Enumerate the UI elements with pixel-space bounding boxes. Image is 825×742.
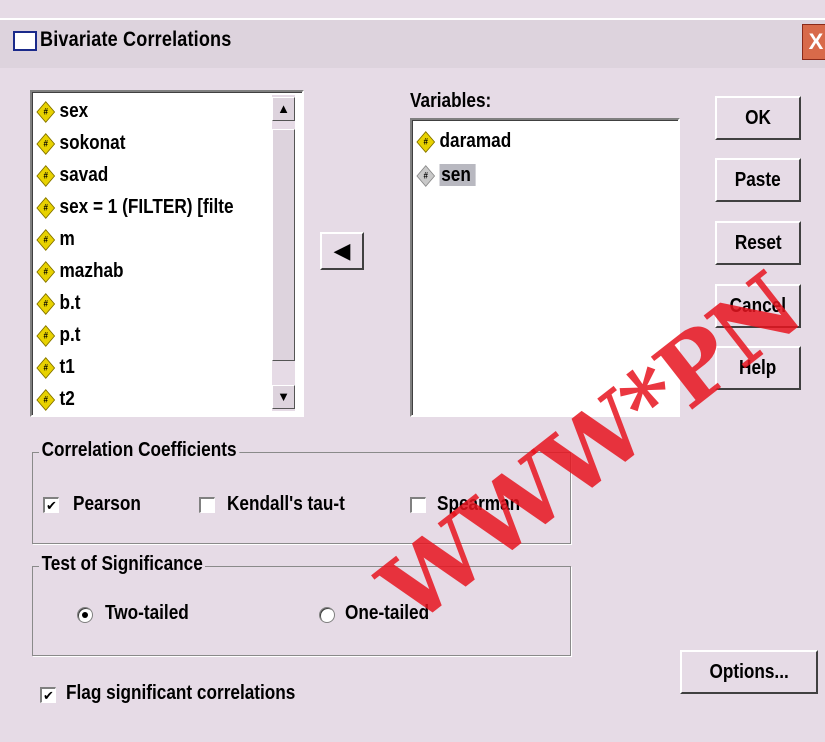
list-item[interactable]: # b.t [36,288,81,318]
list-item[interactable]: # sex [36,96,88,126]
paste-button[interactable]: Paste [715,158,801,202]
test-of-significance-title: Test of Significance [39,553,206,576]
two-tailed-radio[interactable] [77,607,93,623]
scale-variable-icon: # [36,324,56,347]
arrow-left-icon: ◀ [333,238,351,263]
kendall-label[interactable]: Kendall's tau-t [227,493,345,516]
help-button[interactable]: Help [715,346,801,390]
window-title: Bivariate Correlations [40,28,232,51]
list-item[interactable]: # daramad [416,126,511,156]
one-tailed-label[interactable]: One-tailed [345,602,429,625]
source-list-scrollbar[interactable]: ▲ ▼ [272,95,295,411]
one-tailed-radio[interactable] [319,607,335,623]
list-item[interactable]: # p.t [36,320,81,350]
scale-variable-icon: # [36,292,56,315]
list-item-selected[interactable]: # sen [416,160,477,190]
scale-variable-icon: # [36,196,56,219]
window-icon [13,31,37,51]
scale-variable-icon: # [36,260,56,283]
title-bar: Bivariate Correlations X [0,18,825,68]
scroll-up-button[interactable]: ▲ [272,97,295,121]
list-item[interactable]: # t1 [36,352,75,382]
move-variable-button[interactable]: ◀ [320,232,364,270]
correlation-coefficients-title: Correlation Coefficients [39,439,240,462]
scroll-thumb[interactable] [272,129,295,361]
scale-variable-icon: # [36,228,56,251]
pearson-label[interactable]: Pearson [73,493,141,516]
scale-variable-icon: # [36,100,56,123]
list-item[interactable]: # savad [36,160,108,190]
close-button[interactable]: X [802,24,825,60]
variables-label: Variables: [410,90,492,112]
variables-list[interactable]: # daramad # sen [410,118,680,417]
scale-variable-icon: # [36,388,56,411]
pearson-checkbox[interactable]: ✔ [43,497,59,513]
ok-button[interactable]: OK [715,96,801,140]
reset-button[interactable]: Reset [715,221,801,265]
cancel-button[interactable]: Cancel [715,284,801,328]
scale-variable-icon: # [36,164,56,187]
scroll-down-button[interactable]: ▼ [272,385,295,409]
options-button[interactable]: Options... [680,650,818,694]
list-item[interactable]: # t2 [36,384,75,414]
list-item[interactable]: # m [36,224,75,254]
list-item[interactable]: # mazhab [36,256,124,286]
flag-significant-label[interactable]: Flag significant correlations [66,682,295,705]
source-variable-list[interactable]: # sex # sokonat # savad # sex = 1 (FILTER) [… [30,90,304,417]
two-tailed-label[interactable]: Two-tailed [105,602,189,625]
scale-variable-icon: # [36,356,56,379]
flag-significant-checkbox[interactable]: ✔ [40,687,56,703]
test-of-significance-group: Test of Significance Two-tailed One-tail… [32,553,571,656]
radio-selected-dot [82,612,88,618]
spearman-checkbox[interactable] [410,497,426,513]
kendall-checkbox[interactable] [199,497,215,513]
list-item[interactable]: # sokonat [36,128,125,158]
scale-variable-icon: # [416,130,436,153]
correlation-coefficients-group: Correlation Coefficients ✔ Pearson Kenda… [32,439,571,544]
scale-variable-icon: # [416,164,436,187]
scale-variable-icon: # [36,132,56,155]
spearman-label[interactable]: Spearman [437,493,520,516]
bivariate-correlations-dialog: Bivariate Correlations X # sex # sokonat #… [0,0,825,742]
list-item[interactable]: # sex = 1 (FILTER) [filte [36,192,234,222]
